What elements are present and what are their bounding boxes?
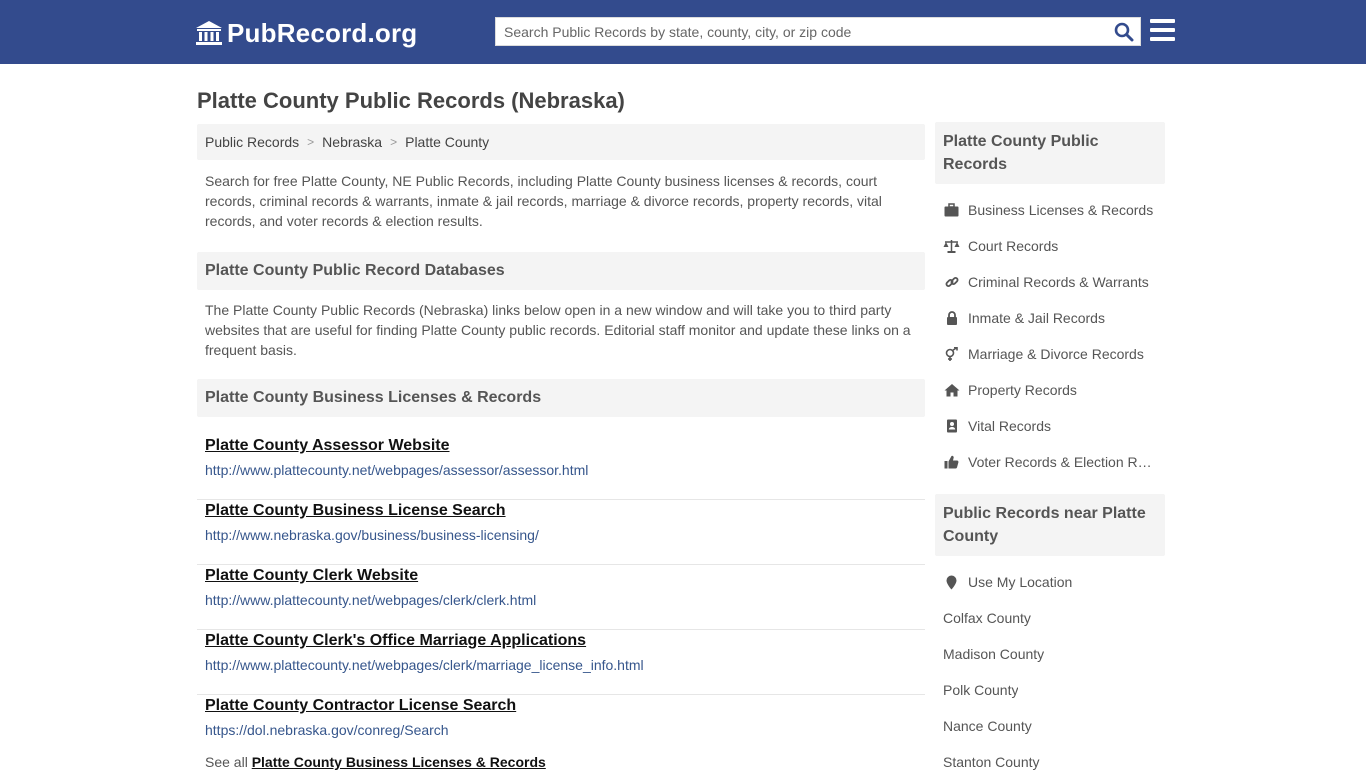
site-logo-text: PubRecord.org: [227, 17, 418, 48]
breadcrumb-nebraska[interactable]: Nebraska: [322, 134, 382, 150]
sidebar-item-label: Business Licenses & Records: [968, 202, 1154, 218]
sidebar-records-list: Business Licenses & Records Court Record…: [935, 192, 1165, 480]
marriage-icon: [943, 346, 960, 362]
main-content: Public Records > Nebraska > Platte Count…: [197, 124, 925, 770]
record-link-title[interactable]: Platte County Contractor License Search: [205, 695, 917, 719]
link-icon: [943, 274, 960, 290]
home-icon: [943, 382, 960, 398]
sidebar-item-label: Voter Records & Election Results: [968, 454, 1156, 470]
record-link-url[interactable]: http://www.nebraska.gov/business/busines…: [205, 527, 917, 543]
list-item: Platte County Clerk Website http://www.p…: [197, 565, 925, 630]
record-link-title[interactable]: Platte County Clerk's Office Marriage Ap…: [205, 630, 917, 654]
nearby-county-label: Nance County: [943, 718, 1032, 734]
nearby-county-link[interactable]: Nance County: [935, 708, 1165, 744]
business-records-heading: Platte County Business Licenses & Record…: [197, 379, 925, 417]
nearby-county-link[interactable]: Stanton County: [935, 744, 1165, 780]
sidebar-item-label: Property Records: [968, 382, 1077, 398]
databases-text: The Platte County Public Records (Nebras…: [205, 302, 911, 358]
use-my-location-button[interactable]: Use My Location: [935, 564, 1165, 600]
record-link-url[interactable]: http://www.plattecounty.net/webpages/ass…: [205, 462, 917, 478]
scales-icon: [943, 238, 960, 254]
sidebar-item-label: Inmate & Jail Records: [968, 310, 1105, 326]
sidebar: Platte County Public Records Business Li…: [935, 122, 1165, 780]
sidebar-nearby-list: Use My Location Colfax County Madison Co…: [935, 564, 1165, 780]
search-icon[interactable]: [1114, 22, 1134, 42]
vital-record-icon: [943, 418, 960, 434]
list-item: Platte County Contractor License Search …: [197, 695, 925, 760]
sidebar-item-vital[interactable]: Vital Records: [935, 408, 1165, 444]
map-marker-icon: [943, 574, 960, 590]
search-bar: [495, 17, 1141, 46]
record-link-title[interactable]: Platte County Business License Search: [205, 500, 917, 524]
sidebar-item-voter[interactable]: Voter Records & Election Results: [935, 444, 1165, 480]
sidebar-records-heading: Platte County Public Records: [935, 122, 1165, 184]
nearby-county-link[interactable]: Colfax County: [935, 600, 1165, 636]
sidebar-item-label: Vital Records: [968, 418, 1052, 434]
breadcrumb-public-records[interactable]: Public Records: [205, 134, 299, 150]
record-link-url[interactable]: http://www.plattecounty.net/webpages/cle…: [205, 657, 917, 673]
list-item: Platte County Clerk's Office Marriage Ap…: [197, 630, 925, 695]
sidebar-item-label: Criminal Records & Warrants: [968, 274, 1149, 290]
breadcrumb-platte-county[interactable]: Platte County: [405, 134, 489, 150]
sidebar-item-marriage[interactable]: Marriage & Divorce Records: [935, 336, 1165, 372]
sidebar-item-inmate[interactable]: Inmate & Jail Records: [935, 300, 1165, 336]
nearby-county-link[interactable]: Madison County: [935, 636, 1165, 672]
breadcrumb: Public Records > Nebraska > Platte Count…: [197, 124, 925, 160]
record-link-url[interactable]: https://dol.nebraska.gov/conreg/Search: [205, 722, 917, 738]
nearby-county-label: Madison County: [943, 646, 1045, 662]
nearby-county-label: Polk County: [943, 682, 1019, 698]
lock-icon: [943, 310, 960, 326]
breadcrumb-separator: >: [307, 135, 315, 149]
record-link-title[interactable]: Platte County Assessor Website: [205, 435, 917, 459]
sidebar-item-business[interactable]: Business Licenses & Records: [935, 192, 1165, 228]
breadcrumb-separator: >: [390, 135, 398, 149]
sidebar-item-property[interactable]: Property Records: [935, 372, 1165, 408]
sidebar-nearby-heading: Public Records near Platte County: [935, 494, 1165, 556]
use-my-location-label: Use My Location: [968, 574, 1073, 590]
hamburger-menu-icon[interactable]: [1150, 19, 1175, 42]
top-navigation-bar: PubRecord.org: [0, 0, 1366, 64]
page-title: Platte County Public Records (Nebraska): [197, 88, 625, 113]
databases-heading: Platte County Public Record Databases: [197, 252, 925, 290]
briefcase-icon: [943, 202, 960, 218]
search-input[interactable]: [496, 18, 1112, 45]
courthouse-icon: [196, 21, 222, 45]
sidebar-item-criminal[interactable]: Criminal Records & Warrants: [935, 264, 1165, 300]
sidebar-item-label: Marriage & Divorce Records: [968, 346, 1144, 362]
record-link-title[interactable]: Platte County Clerk Website: [205, 565, 917, 589]
nearby-county-label: Colfax County: [943, 610, 1031, 626]
nearby-county-link[interactable]: Polk County: [935, 672, 1165, 708]
list-item: Platte County Assessor Website http://ww…: [197, 435, 925, 500]
thumbs-up-icon: [943, 454, 960, 470]
sidebar-item-label: Court Records: [968, 238, 1059, 254]
record-link-url[interactable]: http://www.plattecounty.net/webpages/cle…: [205, 592, 917, 608]
intro-text: Search for free Platte County, NE Public…: [205, 173, 882, 229]
site-logo[interactable]: PubRecord.org: [195, 17, 417, 49]
sidebar-item-court[interactable]: Court Records: [935, 228, 1165, 264]
business-links-list: Platte County Assessor Website http://ww…: [197, 435, 925, 760]
list-item: Platte County Business License Search ht…: [197, 500, 925, 565]
